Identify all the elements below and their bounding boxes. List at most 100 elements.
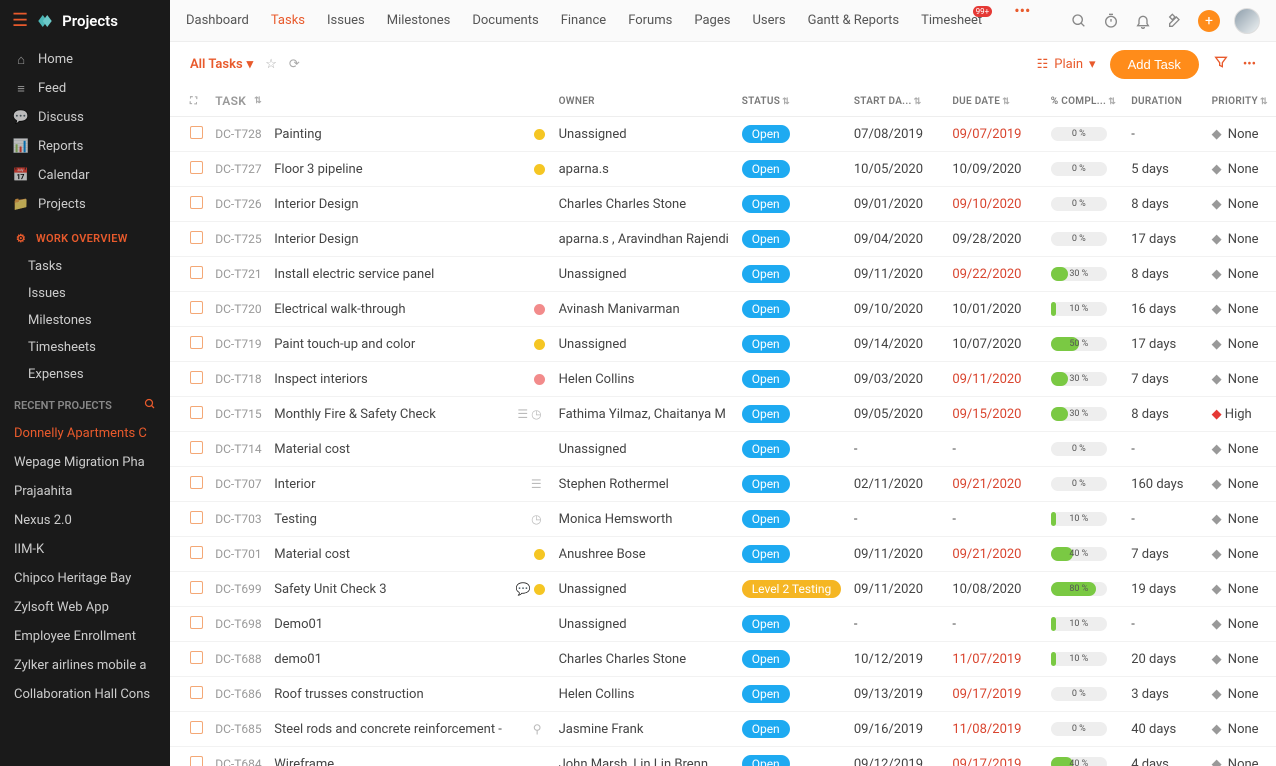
task-title[interactable]: Safety Unit Check 3 (268, 572, 509, 607)
priority[interactable]: ◆ None (1206, 642, 1276, 677)
nav-calendar[interactable]: 📅Calendar (0, 161, 170, 190)
status-pill[interactable]: Open (742, 685, 790, 703)
search-icon[interactable] (1070, 12, 1088, 30)
table-row[interactable]: DC-T727Floor 3 pipelineaparna.sOpen10/05… (170, 152, 1276, 187)
priority[interactable]: ◆ High (1206, 397, 1276, 432)
recent-project[interactable]: Nexus 2.0 (0, 506, 170, 535)
bell-icon[interactable] (1134, 12, 1152, 30)
status-pill[interactable]: Open (742, 440, 790, 458)
status-pill[interactable]: Open (742, 755, 790, 766)
row-checkbox[interactable] (190, 756, 203, 766)
task-title[interactable]: Monthly Fire & Safety Check (268, 397, 509, 432)
recent-project[interactable]: Zylker airlines mobile a (0, 651, 170, 680)
topnav-timesheet[interactable]: Timesheet99+ (921, 1, 982, 40)
priority[interactable]: ◆ None (1206, 677, 1276, 712)
topnav-more-icon[interactable]: ••• (1014, 1, 1030, 40)
task-title[interactable]: Interior (268, 467, 509, 502)
sort-icon[interactable]: ⇅ (914, 97, 922, 107)
tools-icon[interactable] (1166, 12, 1184, 30)
row-checkbox[interactable] (190, 581, 203, 594)
col-due-header[interactable]: DUE DATE (952, 96, 1000, 107)
table-row[interactable]: DC-T715Monthly Fire & Safety Check☰◷Fath… (170, 397, 1276, 432)
priority[interactable]: ◆ None (1206, 257, 1276, 292)
filter-icon[interactable] (1213, 54, 1229, 74)
status-pill[interactable]: Open (742, 230, 790, 248)
recent-project[interactable]: Collaboration Hall Cons (0, 680, 170, 709)
topnav-tasks[interactable]: Tasks (271, 1, 305, 40)
nav-projects[interactable]: 📁Projects (0, 190, 170, 219)
row-checkbox[interactable] (190, 336, 203, 349)
row-checkbox[interactable] (190, 301, 203, 314)
task-title[interactable]: Install electric service panel (268, 257, 509, 292)
status-pill[interactable]: Open (742, 545, 790, 563)
favorite-icon[interactable]: ☆ (265, 57, 277, 72)
table-row[interactable]: DC-T703Testing◷Monica HemsworthOpen--10 … (170, 502, 1276, 537)
table-row[interactable]: DC-T728PaintingUnassignedOpen07/08/20190… (170, 117, 1276, 152)
nav-reports[interactable]: 📊Reports (0, 132, 170, 161)
topnav-milestones[interactable]: Milestones (387, 1, 451, 40)
table-row[interactable]: DC-T684WireframeJohn Marsh, Lin Lin Bren… (170, 747, 1276, 766)
row-checkbox[interactable] (190, 511, 203, 524)
timer-icon[interactable] (1102, 12, 1120, 30)
row-checkbox[interactable] (190, 231, 203, 244)
task-title[interactable]: demo01 (268, 642, 509, 677)
table-row[interactable]: DC-T686Roof trusses constructionHelen Co… (170, 677, 1276, 712)
table-row[interactable]: DC-T707Interior☰Stephen RothermelOpen02/… (170, 467, 1276, 502)
work-item[interactable]: Milestones (0, 307, 170, 334)
topnav-gantt-reports[interactable]: Gantt & Reports (808, 1, 899, 40)
row-checkbox[interactable] (190, 266, 203, 279)
view-selector[interactable]: All Tasks ▾ (190, 57, 253, 72)
col-priority-header[interactable]: PRIORITY (1212, 96, 1258, 107)
expand-column-icon[interactable]: ⛶ (190, 96, 197, 107)
table-row[interactable]: DC-T698Demo01UnassignedOpen--10 %-◆ None (170, 607, 1276, 642)
recent-project[interactable]: Prajaahita (0, 477, 170, 506)
priority[interactable]: ◆ None (1206, 222, 1276, 257)
priority[interactable]: ◆ None (1206, 712, 1276, 747)
task-title[interactable]: Paint touch-up and color (268, 327, 509, 362)
table-row[interactable]: DC-T726Interior DesignCharles Charles St… (170, 187, 1276, 222)
row-checkbox[interactable] (190, 721, 203, 734)
status-pill[interactable]: Open (742, 125, 790, 143)
priority[interactable]: ◆ None (1206, 467, 1276, 502)
row-checkbox[interactable] (190, 161, 203, 174)
recent-project[interactable]: Donnelly Apartments C (0, 419, 170, 448)
nav-feed[interactable]: ≡Feed (0, 74, 170, 103)
topnav-finance[interactable]: Finance (561, 1, 606, 40)
status-pill[interactable]: Open (742, 510, 790, 528)
status-pill[interactable]: Open (742, 160, 790, 178)
user-avatar[interactable] (1234, 8, 1260, 34)
table-row[interactable]: DC-T699Safety Unit Check 3💬UnassignedLev… (170, 572, 1276, 607)
refresh-icon[interactable]: ⟳ (289, 57, 300, 72)
priority[interactable]: ◆ None (1206, 152, 1276, 187)
row-checkbox[interactable] (190, 616, 203, 629)
work-item[interactable]: Issues (0, 280, 170, 307)
priority[interactable]: ◆ None (1206, 362, 1276, 397)
work-item[interactable]: Timesheets (0, 334, 170, 361)
topnav-pages[interactable]: Pages (694, 1, 730, 40)
table-row[interactable]: DC-T701Material costAnushree BoseOpen09/… (170, 537, 1276, 572)
table-row[interactable]: DC-T685Steel rods and concrete reinforce… (170, 712, 1276, 747)
sort-icon[interactable]: ⇅ (1108, 97, 1116, 107)
status-pill[interactable]: Open (742, 265, 790, 283)
row-checkbox[interactable] (190, 546, 203, 559)
row-checkbox[interactable] (190, 686, 203, 699)
topnav-issues[interactable]: Issues (327, 1, 365, 40)
task-title[interactable]: Testing (268, 502, 509, 537)
priority[interactable]: ◆ None (1206, 572, 1276, 607)
topnav-forums[interactable]: Forums (628, 1, 672, 40)
status-pill[interactable]: Open (742, 475, 790, 493)
priority[interactable]: ◆ None (1206, 432, 1276, 467)
task-title[interactable]: Floor 3 pipeline (268, 152, 509, 187)
table-row[interactable]: DC-T714Material costUnassignedOpen--0 %-… (170, 432, 1276, 467)
table-row[interactable]: DC-T721Install electric service panelUna… (170, 257, 1276, 292)
sort-icon[interactable]: ⇅ (1260, 97, 1268, 107)
status-pill[interactable]: Open (742, 720, 790, 738)
col-status-header[interactable]: STATUS (742, 96, 780, 107)
view-mode-toggle[interactable]: ☷ Plain ▾ (1037, 57, 1096, 72)
global-add-button[interactable]: + (1198, 10, 1220, 32)
row-checkbox[interactable] (190, 126, 203, 139)
sort-icon[interactable]: ⇅ (254, 96, 262, 106)
priority[interactable]: ◆ None (1206, 747, 1276, 766)
priority[interactable]: ◆ None (1206, 187, 1276, 222)
col-task-header[interactable]: TASK (215, 94, 246, 108)
